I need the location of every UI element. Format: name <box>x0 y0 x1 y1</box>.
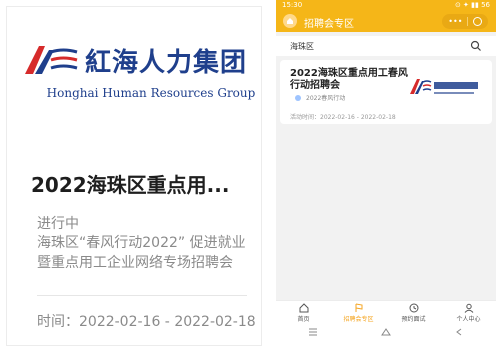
status-indicators: ⊙ ✦ ▮▮ 56 <box>454 1 490 9</box>
back-icon[interactable] <box>454 328 464 336</box>
system-nav-bar <box>276 324 496 340</box>
event-card[interactable]: 紅海人力集团 Honghai Human Resources Group 202… <box>6 6 262 346</box>
menu-icon[interactable] <box>308 328 318 336</box>
flag-icon <box>355 303 362 312</box>
logo-english-text: Honghai Human Resources Group <box>46 86 256 100</box>
nav-bar: 招聘会专区 ••• <box>276 10 496 32</box>
event-time: 时间：2022-02-16 - 2022-02-18 <box>37 314 256 330</box>
event-title: 2022海珠区重点用... <box>31 173 230 197</box>
close-icon[interactable] <box>472 17 482 26</box>
job-fair-card[interactable]: 2022海珠区重点用工春风行动招聘会 2022春风行动 活动时间：2022-02… <box>280 60 492 124</box>
tab-job-fair[interactable]: 招聘会专区 <box>331 301 386 324</box>
home-button-icon[interactable] <box>381 328 391 336</box>
tab-interview[interactable]: 预约面试 <box>386 301 441 324</box>
status-bar: 15:30 ⊙ ✦ ▮▮ 56 <box>276 0 496 10</box>
home-icon[interactable] <box>283 14 297 28</box>
calendar-icon <box>409 303 418 312</box>
search-bar[interactable]: 海珠区 <box>276 36 496 56</box>
user-icon <box>464 303 473 313</box>
mini-program-capsule: ••• <box>442 14 488 29</box>
stage: 紅海人力集团 Honghai Human Resources Group 202… <box>0 0 500 358</box>
honghai-logo-icon <box>410 79 478 94</box>
more-icon[interactable]: ••• <box>448 14 462 29</box>
capsule-separator <box>467 17 469 26</box>
search-icon[interactable] <box>470 40 482 52</box>
logo-chinese-text: 紅海人力集团 <box>84 47 247 78</box>
divider <box>37 295 247 296</box>
tab-label: 预约面试 <box>401 315 426 323</box>
tag-icon <box>295 95 301 101</box>
event-status: 进行中 <box>37 216 79 232</box>
job-fair-title: 2022海珠区重点用工春风行动招聘会 <box>290 68 408 91</box>
tab-bar: 首页 招聘会专区 预约面试 个人中心 <box>276 300 496 324</box>
job-fair-tag: 2022春风行动 <box>306 95 346 102</box>
job-fair-time: 活动时间：2022-02-16 - 2022-02-18 <box>290 114 396 121</box>
bottom-padding <box>276 340 496 358</box>
tab-label: 首页 <box>297 315 310 323</box>
tab-label: 招聘会专区 <box>343 315 374 323</box>
nav-title: 招聘会专区 <box>304 19 354 30</box>
tab-home[interactable]: 首页 <box>276 301 331 324</box>
phone-screen: 15:30 ⊙ ✦ ▮▮ 56 招聘会专区 ••• 海珠区 2022海珠区重点用… <box>276 0 496 358</box>
tab-label: 个人中心 <box>456 315 481 323</box>
honghai-logo-icon <box>24 46 78 74</box>
home-icon <box>299 302 308 312</box>
event-description: 海珠区“春风行动2022” 促进就业暨重点用工企业网络专场招聘会 <box>37 235 246 271</box>
tab-profile[interactable]: 个人中心 <box>441 301 496 324</box>
company-logo: 紅海人力集团 Honghai Human Resources Group <box>7 7 261 133</box>
search-input[interactable]: 海珠区 <box>290 41 314 52</box>
status-time: 15:30 <box>282 1 303 9</box>
